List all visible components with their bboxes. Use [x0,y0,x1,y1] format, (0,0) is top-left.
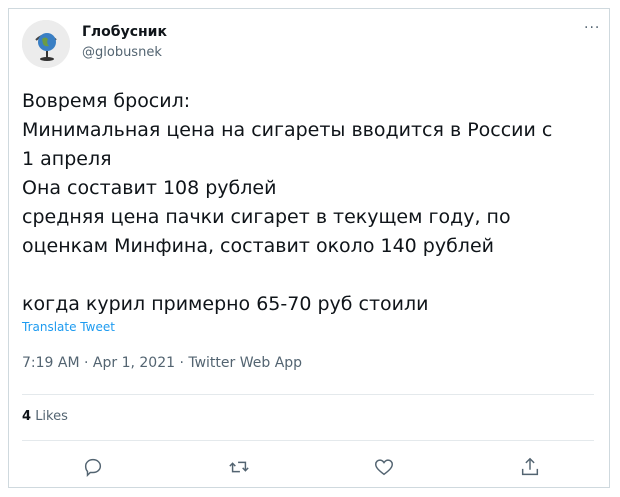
tweet-timestamp[interactable]: 7:19 AM · Apr 1, 2021 · Twitter Web App [22,355,302,371]
divider [22,394,594,395]
share-icon [521,457,539,476]
like-icon [375,459,393,476]
more-options-icon[interactable]: ··· [584,21,600,35]
likes-count: 4 [22,409,32,424]
divider [22,440,594,441]
retweet-button[interactable] [228,456,252,480]
display-name[interactable]: Глобусник [82,24,167,40]
user-handle[interactable]: @globusnek [82,45,162,60]
share-button[interactable] [519,456,543,480]
likes-label: Likes [35,409,68,424]
globe-icon [22,20,70,68]
like-button[interactable] [373,456,397,480]
reply-button[interactable] [82,456,106,480]
translate-tweet-link[interactable]: Translate Tweet [22,320,115,334]
retweet-icon [229,461,249,473]
likes-stat[interactable]: 4 Likes [22,409,68,424]
reply-icon [84,458,102,478]
avatar[interactable] [22,20,70,68]
tweet-text: Вовремя бросил: Минимальная цена на сига… [22,90,553,315]
